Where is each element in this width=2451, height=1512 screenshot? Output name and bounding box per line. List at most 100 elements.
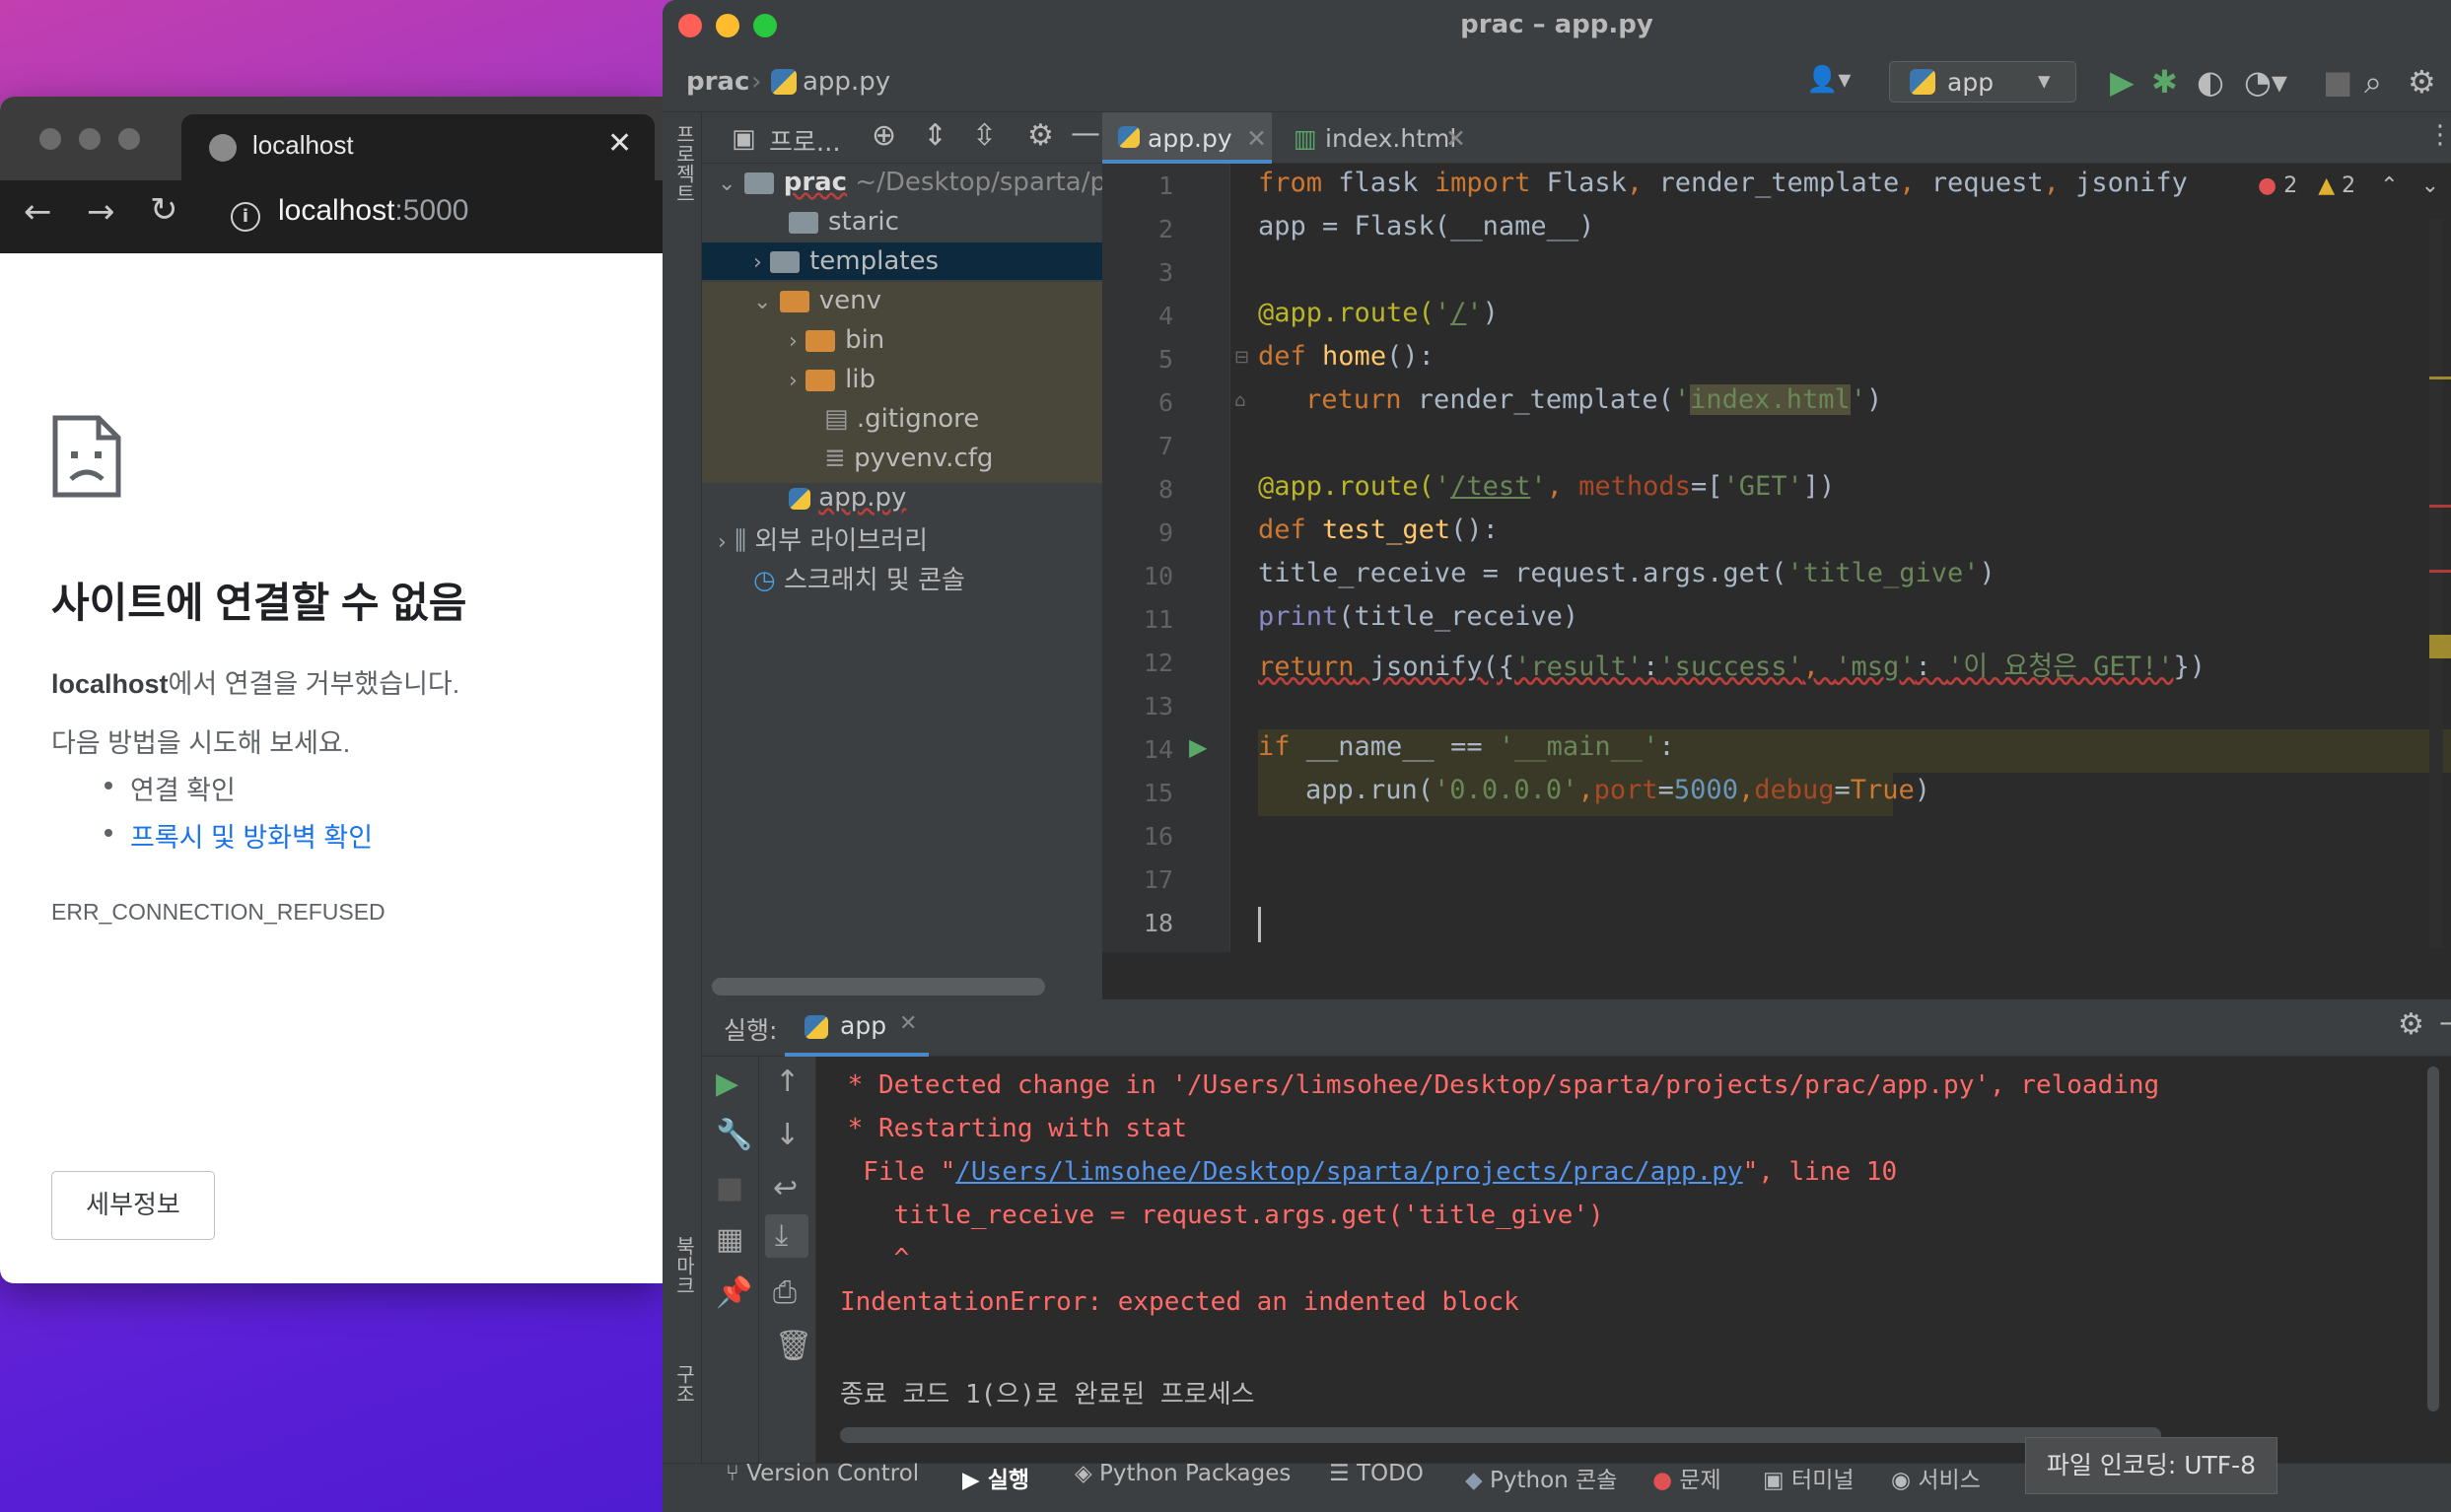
hide-panel-icon[interactable]: — <box>1071 116 1100 151</box>
user-icon[interactable]: 👤▾ <box>1806 65 1851 95</box>
warning-marker[interactable] <box>2429 377 2451 379</box>
left-tool-strip: 프로젝트 북마크 구조 <box>663 112 702 1463</box>
error-marker[interactable] <box>2429 505 2451 508</box>
output-horizontal-scrollbar[interactable] <box>840 1427 2161 1443</box>
coverage-icon[interactable]: ◐ <box>2197 63 2224 101</box>
globe-icon <box>209 134 237 162</box>
trash-icon[interactable]: 🗑 <box>775 1329 812 1363</box>
tree-item-pyvenv[interactable]: ≣ pyvenv.cfg <box>824 444 993 473</box>
tree-item-external-libraries[interactable]: › ⫼ 외부 라이브러리 <box>718 520 928 557</box>
code-line-5: def home(): <box>1258 341 1435 372</box>
close-tab-icon[interactable]: ✕ <box>607 126 632 161</box>
site-info-icon[interactable]: i <box>231 202 260 232</box>
run-icon[interactable]: ▶ <box>2110 63 2135 101</box>
close-tab-icon[interactable]: ✕ <box>1445 124 1466 153</box>
tool-python-console[interactable]: ◆ Python 콘솔 <box>1465 1461 1617 1494</box>
html-file-icon: ▥ <box>1294 124 1317 153</box>
structure-tool-label[interactable]: 구조 <box>670 1364 699 1404</box>
maximize-window-button[interactable] <box>118 128 140 150</box>
editor-scrollbar[interactable] <box>2429 219 2443 948</box>
tool-problems[interactable]: ● 문제 <box>1652 1461 1721 1494</box>
editor-tab-app-py[interactable]: app.py ✕ <box>1102 112 1272 164</box>
project-tool-label[interactable]: 프로젝트 <box>670 124 699 203</box>
reload-icon[interactable]: ↻ <box>150 190 178 230</box>
run-toolbar-primary: ▶ 🔧 ■ ▦ 📌 <box>702 1057 759 1463</box>
arrow-down-icon[interactable]: ↓ <box>775 1118 800 1152</box>
details-button[interactable]: 세부정보 <box>51 1171 215 1240</box>
run-tab-app[interactable]: app <box>840 1011 886 1040</box>
breadcrumb-file[interactable]: app.py <box>803 67 890 97</box>
profile-icon[interactable]: ◔▾ <box>2244 63 2287 101</box>
tree-item-lib[interactable]: › lib <box>789 365 875 394</box>
hide-panel-icon[interactable]: — <box>2439 1005 2451 1040</box>
code-line-9: def test_get(): <box>1258 515 1499 545</box>
run-panel-label: 실행: <box>724 1016 778 1045</box>
suggestion-check-proxy-link[interactable]: 프록시 및 방화벽 확인 <box>104 816 373 855</box>
tool-terminal[interactable]: ▣ 터미널 <box>1763 1461 1855 1494</box>
output-error-line: IndentationError: expected an indented b… <box>840 1287 1519 1317</box>
debug-icon[interactable]: ✱ <box>2151 63 2178 101</box>
tree-item-app-py[interactable]: app.py <box>789 483 906 513</box>
run-gutter-icon[interactable]: ▶ <box>1189 733 1207 761</box>
collapse-all-icon[interactable]: ⇳ <box>972 118 997 153</box>
locate-icon[interactable]: ⊕ <box>872 118 896 153</box>
config-file-icon: ≣ <box>824 444 846 473</box>
arrow-up-icon[interactable]: ↑ <box>775 1065 800 1099</box>
try-label: 다음 방법을 시도해 보세요. <box>51 728 351 758</box>
output-vertical-scrollbar[interactable] <box>2427 1066 2439 1411</box>
scratch-icon: ◷ <box>753 566 776 595</box>
tree-item-staric[interactable]: staric <box>789 207 899 237</box>
tool-todo[interactable]: ☰ TODO <box>1329 1461 1424 1486</box>
print-icon[interactable]: ⎙ <box>773 1275 797 1310</box>
tool-version-control[interactable]: ⑂ Version Control <box>726 1461 919 1486</box>
tool-python-packages[interactable]: ◈ Python Packages <box>1075 1461 1291 1486</box>
close-window-button[interactable] <box>39 128 61 150</box>
breadcrumb-project[interactable]: prac <box>686 67 749 97</box>
code-line-1: from flask import Flask, render_template… <box>1258 168 2188 198</box>
project-panel-title[interactable]: 프로... <box>769 122 841 159</box>
search-icon[interactable]: ⌕ <box>2364 63 2382 102</box>
more-tabs-icon[interactable]: ⋮ <box>2427 120 2451 150</box>
tree-item-scratches[interactable]: ◷ 스크래치 및 콘솔 <box>753 560 965 596</box>
inspections-widget[interactable]: ● 2 ▲ 2 ⌃ ⌄ <box>2258 173 2439 198</box>
stop-icon[interactable]: ■ <box>716 1171 743 1205</box>
tool-run[interactable]: ▶ 실행 <box>962 1461 1029 1494</box>
code-line-12: return jsonify({'result':'success', 'msg… <box>1258 652 2206 682</box>
bookmarks-tool-label[interactable]: 북마크 <box>670 1236 699 1295</box>
minimize-window-button[interactable] <box>79 128 101 150</box>
project-horizontal-scrollbar[interactable] <box>712 978 1045 996</box>
pin-icon[interactable]: 📌 <box>716 1275 752 1310</box>
tree-item-venv[interactable]: ⌄ venv <box>753 286 881 315</box>
close-tab-icon[interactable]: ✕ <box>1246 124 1267 153</box>
wrench-icon[interactable]: 🔧 <box>716 1118 752 1152</box>
gear-icon[interactable]: ⚙ <box>1027 118 1054 153</box>
browser-tab[interactable]: localhost ✕ <box>181 114 655 180</box>
expand-all-icon[interactable]: ⇕ <box>923 118 947 153</box>
error-marker[interactable] <box>2429 570 2451 573</box>
python-icon <box>805 1015 828 1039</box>
output-line: * Restarting with stat <box>832 1114 1188 1143</box>
close-tab-icon[interactable]: ✕ <box>899 1011 917 1036</box>
tree-item-templates[interactable]: › templates <box>753 246 939 276</box>
soft-wrap-icon[interactable]: ↩ <box>773 1171 798 1205</box>
tree-item-bin[interactable]: › bin <box>789 325 884 355</box>
file-link[interactable]: /Users/limsohee/Desktop/sparta/projects/… <box>955 1157 1742 1187</box>
stop-icon[interactable]: ■ <box>2323 63 2352 101</box>
fold-icon[interactable]: ⊟ <box>1234 347 1249 368</box>
run-config-select[interactable]: app ▾ <box>1889 61 2076 103</box>
gear-icon[interactable]: ⚙ <box>2398 1007 2424 1042</box>
tool-services[interactable]: ◉ 서비스 <box>1891 1461 1981 1494</box>
back-arrow-icon[interactable]: ← <box>24 192 52 232</box>
gear-icon[interactable]: ⚙ <box>2408 63 2436 101</box>
rerun-icon[interactable]: ▶ <box>716 1066 738 1101</box>
scroll-to-end-icon[interactable]: ⤓ <box>775 1218 788 1253</box>
fold-end-icon[interactable]: ⌂ <box>1234 390 1245 411</box>
address-bar[interactable]: localhost:5000 <box>278 194 468 228</box>
output-line: ^ <box>832 1244 910 1273</box>
editor-tab-index-html[interactable]: ▥ index.html ✕ <box>1276 112 1469 164</box>
forward-arrow-icon[interactable]: → <box>87 192 115 232</box>
warning-marker[interactable] <box>2429 635 2451 658</box>
tree-item-prac[interactable]: ⌄ prac ~/Desktop/sparta/proje <box>718 168 1155 197</box>
layout-icon[interactable]: ▦ <box>716 1222 743 1257</box>
tree-item-gitignore[interactable]: ▤ .gitignore <box>824 404 979 434</box>
